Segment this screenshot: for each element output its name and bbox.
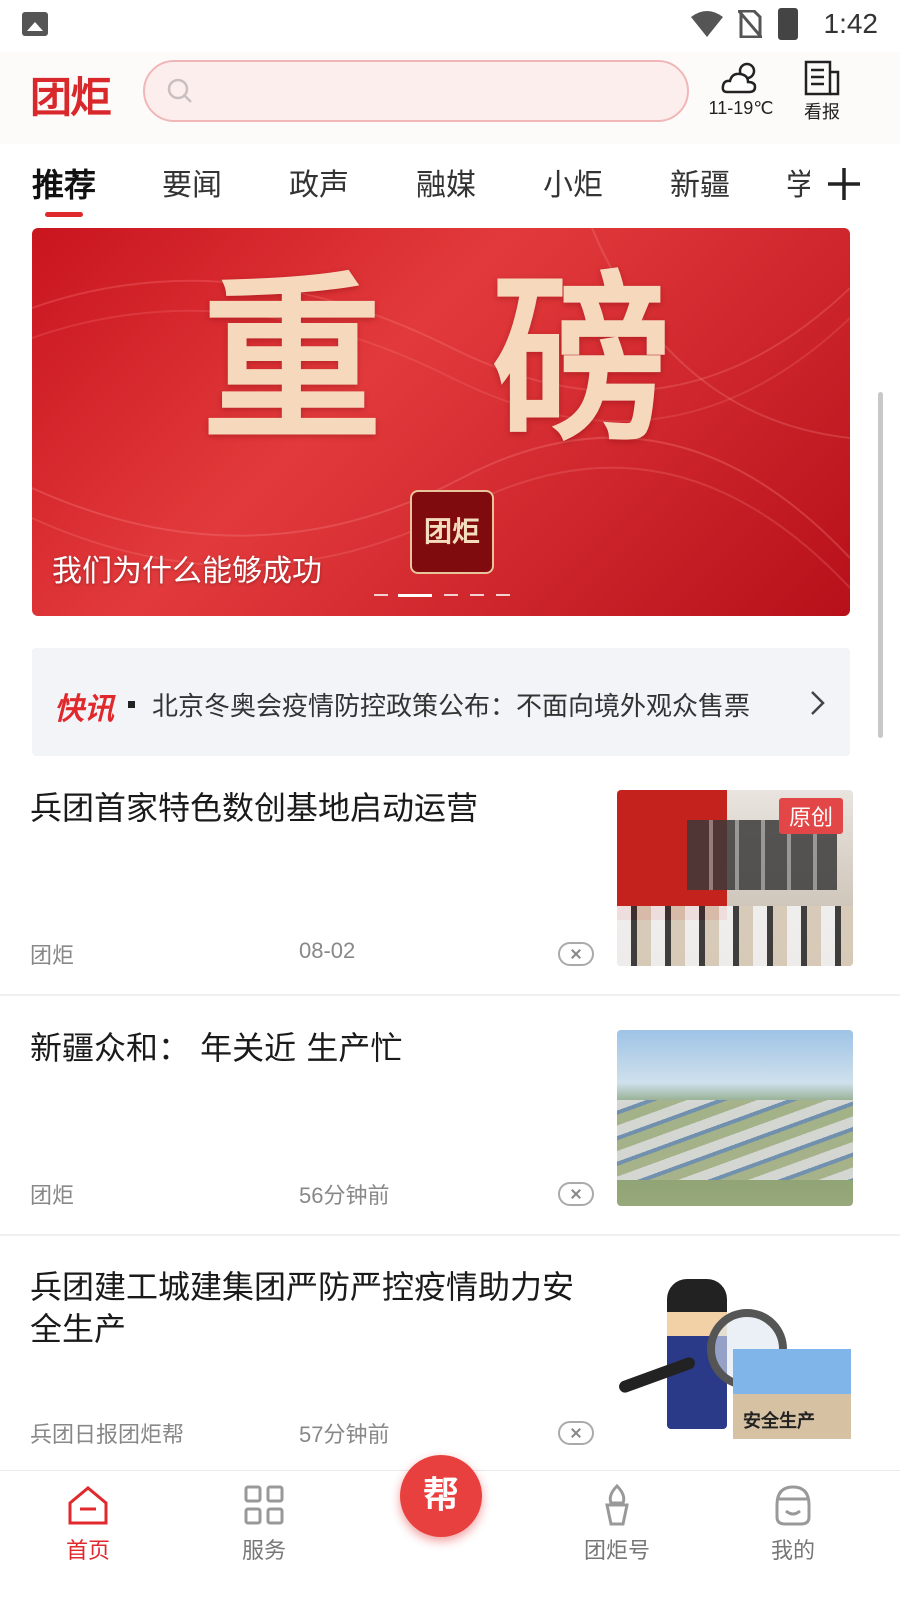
banner-headline: 重磅 — [202, 255, 783, 466]
grid-icon — [244, 1485, 284, 1525]
nav-services-label: 服务 — [241, 1539, 286, 1564]
article-thumbnail — [617, 1030, 853, 1206]
battery-icon — [778, 8, 798, 40]
weather-temperature: 11-19℃ — [708, 98, 774, 118]
article-title: 兵团建工城建集团严防严控疫情助力安全生产 — [30, 1268, 575, 1348]
article-item[interactable]: 兵团建工城建集团严防严控疫情助力安全生产 兵团日报团炬帮 57分钟前 安全生产 — [0, 1237, 900, 1475]
article-item[interactable]: 兵团首家特色数创基地启动运营 团炬 08-02 原创 — [0, 758, 900, 996]
app-header: 团炬 11-19℃ 看报 — [0, 52, 900, 144]
article-time: 56分钟前 — [299, 1183, 390, 1208]
newspaper-button[interactable]: 看报 — [800, 58, 844, 124]
article-title: 新疆众和： 年关近 生产忙 — [30, 1029, 403, 1067]
news-flash[interactable]: 快讯 北京冬奥会疫情防控政策公布：不面向境外观众售票 — [32, 648, 850, 756]
article-thumbnail: 原创 — [617, 790, 853, 966]
banner-caption: 我们为什么能够成功 — [52, 554, 322, 589]
carousel-dot — [470, 594, 484, 596]
profile-icon — [775, 1485, 811, 1526]
divider — [0, 994, 900, 996]
plus-icon[interactable] — [818, 158, 870, 210]
tab-politics[interactable]: 政声 — [289, 160, 349, 204]
sim-icon — [738, 10, 762, 38]
original-badge: 原创 — [778, 798, 843, 834]
article-time: 57分钟前 — [299, 1422, 390, 1447]
nav-home-label: 首页 — [65, 1539, 110, 1564]
active-tab-indicator — [45, 212, 83, 217]
search-input[interactable] — [143, 60, 689, 122]
tab-media[interactable]: 融媒 — [416, 160, 476, 204]
weather-widget[interactable]: 11-19℃ — [706, 58, 776, 119]
carousel-dot — [374, 594, 388, 596]
close-icon[interactable] — [558, 942, 594, 966]
article-source: 团炬 — [30, 944, 75, 969]
search-icon — [167, 78, 192, 103]
nav-services[interactable]: 服务 — [214, 1483, 314, 1565]
article-source: 兵团日报团炬帮 — [30, 1423, 185, 1448]
thumb-sign-text: 安全生产 — [743, 1411, 815, 1432]
close-icon[interactable] — [558, 1421, 594, 1445]
flash-bullet — [128, 701, 135, 708]
bottom-navigation: 首页 服务 帮 团炬号 我的 — [0, 1455, 900, 1600]
newspaper-label: 看报 — [804, 102, 840, 123]
status-time: 1:42 — [823, 8, 879, 39]
status-bar: 1:42 — [0, 0, 900, 52]
article-item[interactable]: 新疆众和： 年关近 生产忙 团炬 56分钟前 — [0, 998, 900, 1236]
tab-xiaoju[interactable]: 小炬 — [543, 160, 603, 204]
gallery-icon — [22, 12, 48, 36]
weather-icon — [721, 62, 757, 94]
article-thumbnail: 安全生产 — [617, 1269, 853, 1445]
flash-text: 北京冬奥会疫情防控政策公布：不面向境外观众售票 — [152, 692, 751, 722]
wifi-icon — [691, 11, 723, 37]
thumb-people — [617, 906, 853, 966]
carousel-dot — [496, 594, 510, 596]
article-time: 08-02 — [299, 938, 356, 963]
article-source: 团炬 — [30, 1184, 75, 1209]
close-icon[interactable] — [558, 1182, 594, 1206]
torch-icon — [605, 1483, 629, 1526]
app-logo: 团炬 — [30, 73, 112, 122]
hero-banner[interactable]: 重磅 我们为什么能够成功 团炬 — [32, 228, 850, 616]
nav-torch-label: 团炬号 — [583, 1539, 650, 1564]
chevron-right-icon — [811, 691, 825, 715]
help-button[interactable]: 帮 — [400, 1455, 482, 1537]
carousel-dot — [444, 594, 458, 596]
tab-recommend[interactable]: 推荐 — [32, 160, 96, 206]
category-tabs: 推荐 要闻 政声 融媒 小炬 新疆 学 — [0, 144, 900, 226]
nav-torch-account[interactable]: 团炬号 — [567, 1483, 667, 1565]
nav-home[interactable]: 首页 — [38, 1483, 138, 1565]
home-icon — [68, 1486, 108, 1525]
tab-study[interactable]: 学 — [786, 160, 810, 204]
carousel-dot-active — [398, 594, 432, 597]
scrollbar[interactable] — [878, 392, 883, 738]
flash-label: 快讯 — [54, 692, 114, 727]
tab-headlines[interactable]: 要闻 — [162, 160, 222, 204]
banner-logo-badge: 团炬 — [410, 490, 494, 574]
nav-profile[interactable]: 我的 — [743, 1483, 843, 1565]
tab-xinjiang[interactable]: 新疆 — [670, 160, 730, 204]
article-title: 兵团首家特色数创基地启动运营 — [30, 789, 479, 827]
thumb-buildings — [617, 1100, 853, 1180]
divider — [0, 1234, 900, 1236]
nav-profile-label: 我的 — [770, 1539, 815, 1564]
newspaper-icon — [804, 60, 840, 96]
